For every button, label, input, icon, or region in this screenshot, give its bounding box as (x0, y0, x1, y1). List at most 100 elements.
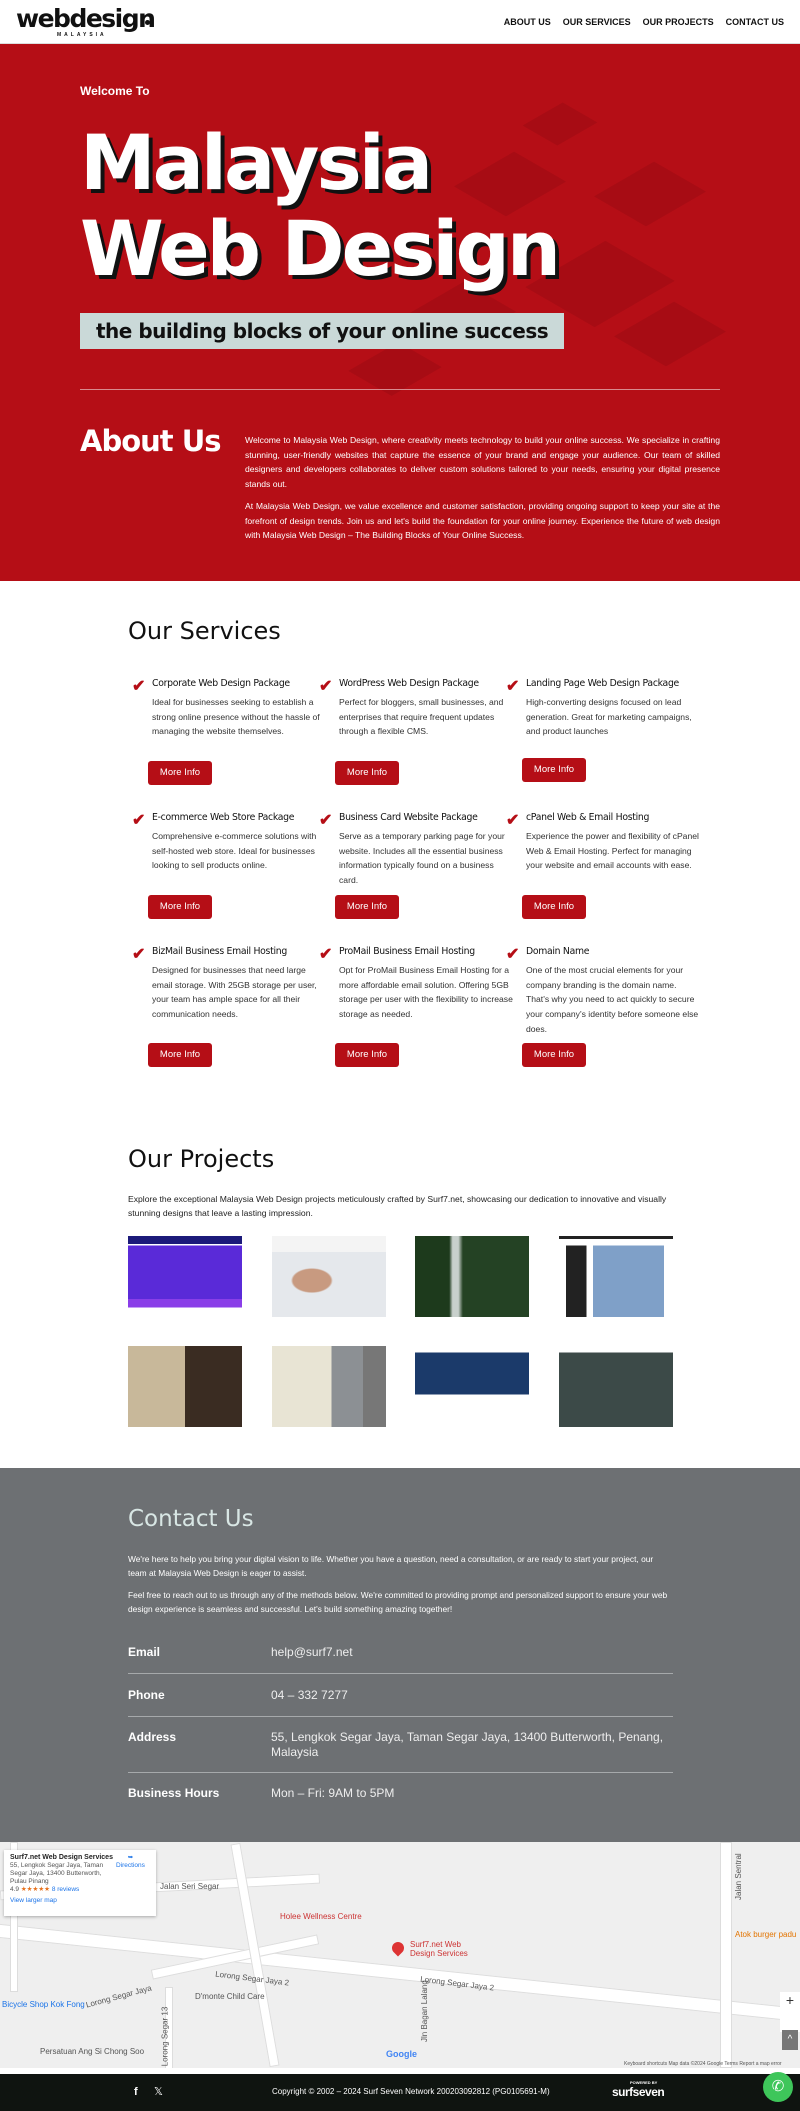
contact-paragraph: We're here to help you bring your digita… (128, 1554, 654, 1578)
email-link[interactable]: help@surf7.net (271, 1645, 671, 1660)
service-description: Ideal for businesses seeking to establis… (152, 697, 320, 737)
map-info-card: Surf7.net Web Design Services 55, Lengko… (4, 1850, 156, 1916)
whatsapp-button[interactable]: ✆ (763, 2072, 793, 2102)
phone-link[interactable]: 04 – 332 7277 (271, 1688, 671, 1703)
scroll-top-button[interactable]: ^ (782, 2030, 798, 2050)
more-info-button[interactable]: More Info (522, 758, 586, 782)
map-label: Lorong Segar Jaya (84, 1983, 153, 2010)
project-thumbnail[interactable] (272, 1236, 386, 1317)
map-stars: ★★★★★ (20, 1886, 50, 1893)
project-thumbnail[interactable] (128, 1346, 242, 1427)
service-title: Landing Page Web Design Package (526, 678, 679, 689)
site-footer: f 𝕏 Copyright © 2002 – 2024 Surf Seven N… (0, 2074, 800, 2111)
hero-section: Welcome To Malaysia Web Design the build… (0, 44, 800, 581)
project-thumbnail[interactable] (128, 1236, 242, 1317)
map-pin-icon[interactable] (389, 1939, 407, 1957)
logo-dot (145, 20, 150, 25)
map-attribution[interactable]: Keyboard shortcuts Map data ©2024 Google… (624, 2061, 782, 2067)
map-pin-label: Surf7.net Web Design Services (410, 1940, 468, 1958)
nav-our-services[interactable]: OUR SERVICES (563, 17, 631, 27)
checkmark-icon: ✔ (319, 946, 333, 963)
service-title: BizMail Business Email Hosting (152, 946, 287, 957)
nav-contact-us[interactable]: CONTACT US (726, 17, 784, 27)
contact-label: Phone (128, 1688, 165, 1702)
service-title: ProMail Business Email Hosting (339, 946, 475, 957)
map-label: Holee Wellness Centre (280, 1912, 362, 1921)
more-info-button[interactable]: More Info (335, 761, 399, 785)
logo[interactable]: webdesign (16, 4, 156, 33)
contact-paragraph: Feel free to reach out to us through any… (128, 1590, 668, 1614)
service-title: E-commerce Web Store Package (152, 812, 295, 823)
nav-our-projects[interactable]: OUR PROJECTS (643, 17, 714, 27)
map-label: D'monte Child Care (195, 1992, 265, 2001)
google-logo: Google (386, 2049, 417, 2059)
project-thumbnail[interactable] (272, 1346, 386, 1427)
service-description: Experience the power and flexibility of … (526, 831, 699, 871)
map-place-address: 55, Lengkok Segar Jaya, Taman Segar Jaya… (10, 1862, 104, 1885)
service-description: Designed for businesses that need large … (152, 965, 317, 1020)
more-info-button[interactable]: More Info (335, 1043, 399, 1067)
checkmark-icon: ✔ (319, 678, 333, 695)
checkmark-icon: ✔ (319, 812, 333, 829)
map-larger-link[interactable]: View larger map (10, 1897, 150, 1905)
project-thumbnail[interactable] (559, 1236, 673, 1317)
service-item: ✔ Domain Name One of the most crucial elem… (506, 946, 701, 1037)
projects-intro: Explore the exceptional Malaysia Web Des… (128, 1194, 667, 1218)
services-heading: Our Services (128, 617, 281, 645)
about-heading: About Us (80, 424, 222, 458)
checkmark-icon: ✔ (506, 812, 520, 829)
checkmark-icon: ✔ (506, 678, 520, 695)
checkmark-icon: ✔ (132, 812, 146, 829)
service-item: ✔ Corporate Web Design Package Ideal for b… (132, 678, 327, 739)
map-label: Jln Bagan Lalang (420, 1980, 429, 2042)
divider (80, 389, 720, 390)
map-road (720, 1842, 732, 2068)
service-item: ✔ E-commerce Web Store Package Comprehensi… (132, 812, 327, 873)
address-value: 55, Lengkok Segar Jaya, Taman Segar Jaya… (271, 1730, 664, 1759)
map-zoom-control[interactable]: + (780, 1992, 800, 2032)
hero-title-line2: Web Design (80, 204, 561, 293)
more-info-button[interactable]: More Info (522, 895, 586, 919)
main-nav: ABOUT US OUR SERVICES OUR PROJECTS CONTA… (504, 17, 784, 27)
service-title: Business Card Website Package (339, 812, 478, 823)
map-label: Lorong Segar 13 (160, 2006, 170, 2067)
more-info-button[interactable]: More Info (148, 895, 212, 919)
map-label: Jalan Sentral (734, 1853, 743, 1900)
map-label: Persatuan Ang Si Chong Soo (40, 2047, 145, 2056)
google-map[interactable]: Jalan Seri Segar Lorong Segar Jaya 2 Lor… (0, 1842, 800, 2068)
service-item: ✔ Business Card Website Package Serve as a… (319, 812, 514, 888)
service-item: ✔ cPanel Web & Email Hosting Experience th… (506, 812, 701, 873)
logo-subtitle: MALAYSIA (57, 32, 107, 38)
project-thumbnail[interactable] (415, 1236, 529, 1317)
nav-about-us[interactable]: ABOUT US (504, 17, 551, 27)
project-thumbnail[interactable] (415, 1346, 529, 1427)
service-description: Opt for ProMail Business Email Hosting f… (339, 965, 513, 1020)
more-info-button[interactable]: More Info (148, 761, 212, 785)
map-directions[interactable]: ➥ Directions (116, 1854, 145, 1870)
more-info-button[interactable]: More Info (335, 895, 399, 919)
hero-title-line1: Malaysia (80, 118, 433, 207)
checkmark-icon: ✔ (132, 946, 146, 963)
hero-tagline: the building blocks of your online succe… (80, 313, 564, 349)
x-twitter-icon[interactable]: 𝕏 (154, 2085, 163, 2098)
more-info-button[interactable]: More Info (522, 1043, 586, 1067)
more-info-button[interactable]: More Info (148, 1043, 212, 1067)
decor-cube (348, 342, 442, 396)
project-thumbnail[interactable] (559, 1346, 673, 1427)
service-item: ✔ BizMail Business Email Hosting Designed … (132, 946, 327, 1022)
contact-label: Address (128, 1730, 177, 1744)
service-description: Serve as a temporary parking page for yo… (339, 831, 505, 886)
map-label: Jalan Seri Segar (160, 1882, 220, 1891)
about-text: Welcome to Malaysia Web Design, where cr… (245, 433, 720, 551)
service-description: Perfect for bloggers, small businesses, … (339, 697, 504, 737)
map-reviews-link[interactable]: 8 reviews (52, 1886, 79, 1893)
map-label: Atok burger padu (735, 1930, 797, 1939)
service-title: cPanel Web & Email Hosting (526, 812, 650, 823)
decor-cube (614, 301, 726, 367)
hero-welcome: Welcome To (80, 84, 150, 98)
facebook-icon[interactable]: f (134, 2086, 138, 2098)
checkmark-icon: ✔ (506, 946, 520, 963)
service-description: High-converting designs focused on lead … (526, 697, 692, 737)
divider (128, 1673, 673, 1674)
projects-heading: Our Projects (128, 1145, 275, 1173)
